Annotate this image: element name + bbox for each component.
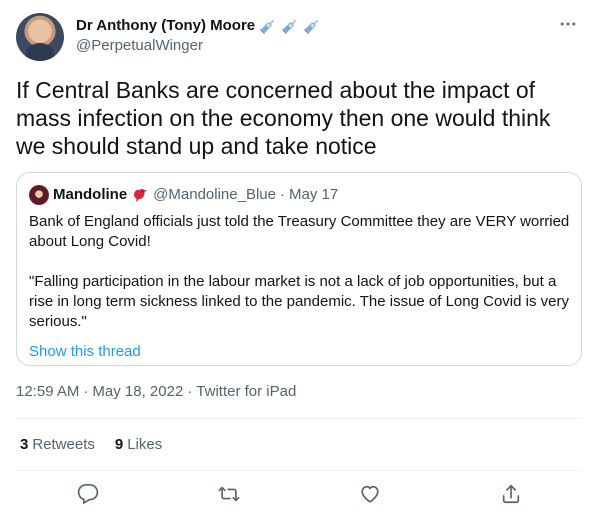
syringe-icon	[260, 19, 275, 35]
show-thread-link[interactable]: Show this thread	[29, 342, 569, 362]
author-display-name-text[interactable]: Dr Anthony (Tony) Moore	[76, 16, 255, 36]
retweets-label: Retweets	[32, 436, 95, 453]
retweet-button[interactable]	[218, 483, 242, 507]
meta-dot: ·	[187, 383, 193, 400]
quoted-date[interactable]: May 17	[289, 185, 338, 205]
likes-count: 9	[114, 436, 124, 453]
likes-label: Likes	[127, 436, 163, 453]
syringe-emoji-row	[259, 17, 321, 35]
tweet-text: If Central Banks are concerned about the…	[16, 77, 551, 159]
tweet-time[interactable]: 12:59 AM	[16, 383, 79, 400]
reply-button[interactable]	[77, 483, 101, 507]
tweet-metadata: 12:59 AM · May 18, 2022 · Twitter for iPad	[16, 382, 296, 402]
author-handle[interactable]: @PerpetualWinger	[76, 36, 321, 56]
retweets-stat[interactable]: 3 Retweets	[20, 435, 95, 455]
like-icon	[361, 485, 379, 503]
author-names: Dr Anthony (Tony) Moore @PerpetualWinger	[76, 16, 321, 56]
bird-icon	[134, 188, 148, 202]
tweet-header: Dr Anthony (Tony) Moore @PerpetualWinger	[16, 12, 582, 61]
like-button[interactable]	[359, 483, 383, 507]
meta-dot: ·	[83, 383, 89, 400]
quoted-display-name[interactable]: Mandoline	[53, 185, 127, 205]
share-icon	[502, 484, 520, 504]
syringe-icon	[282, 19, 297, 35]
quoted-tweet-header: Mandoline @Mandoline_Blue · May 17	[29, 185, 569, 205]
quoted-avatar[interactable]	[29, 185, 49, 205]
tweet-date[interactable]: May 18, 2022	[92, 383, 183, 400]
share-button[interactable]	[500, 483, 524, 507]
quoted-separator: ·	[279, 186, 285, 203]
more-options-icon[interactable]	[556, 14, 580, 34]
quoted-body: Bank of England officials just told the …	[29, 212, 571, 332]
action-bar	[16, 483, 582, 507]
quoted-paragraph-1: Bank of England officials just told the …	[29, 213, 570, 250]
reply-icon	[77, 484, 99, 505]
more-dots-icon	[560, 22, 576, 26]
avatar[interactable]	[16, 13, 64, 61]
divider	[16, 418, 582, 419]
tweet-source[interactable]: Twitter for iPad	[196, 383, 296, 400]
quoted-paragraph-2: "Falling participation in the labour mar…	[29, 273, 569, 330]
retweet-icon	[218, 486, 240, 502]
syringe-icon	[304, 19, 319, 35]
quoted-handle[interactable]: @Mandoline_Blue	[153, 185, 276, 205]
author-display-name[interactable]: Dr Anthony (Tony) Moore	[76, 16, 321, 36]
quoted-tweet[interactable]: Mandoline @Mandoline_Blue · May 17 Bank …	[16, 172, 582, 366]
retweets-count: 3	[20, 436, 29, 453]
likes-stat[interactable]: 9 Likes	[115, 435, 162, 455]
engagement-stats: 3 Retweets 9 Likes	[20, 435, 162, 455]
divider	[16, 470, 582, 471]
